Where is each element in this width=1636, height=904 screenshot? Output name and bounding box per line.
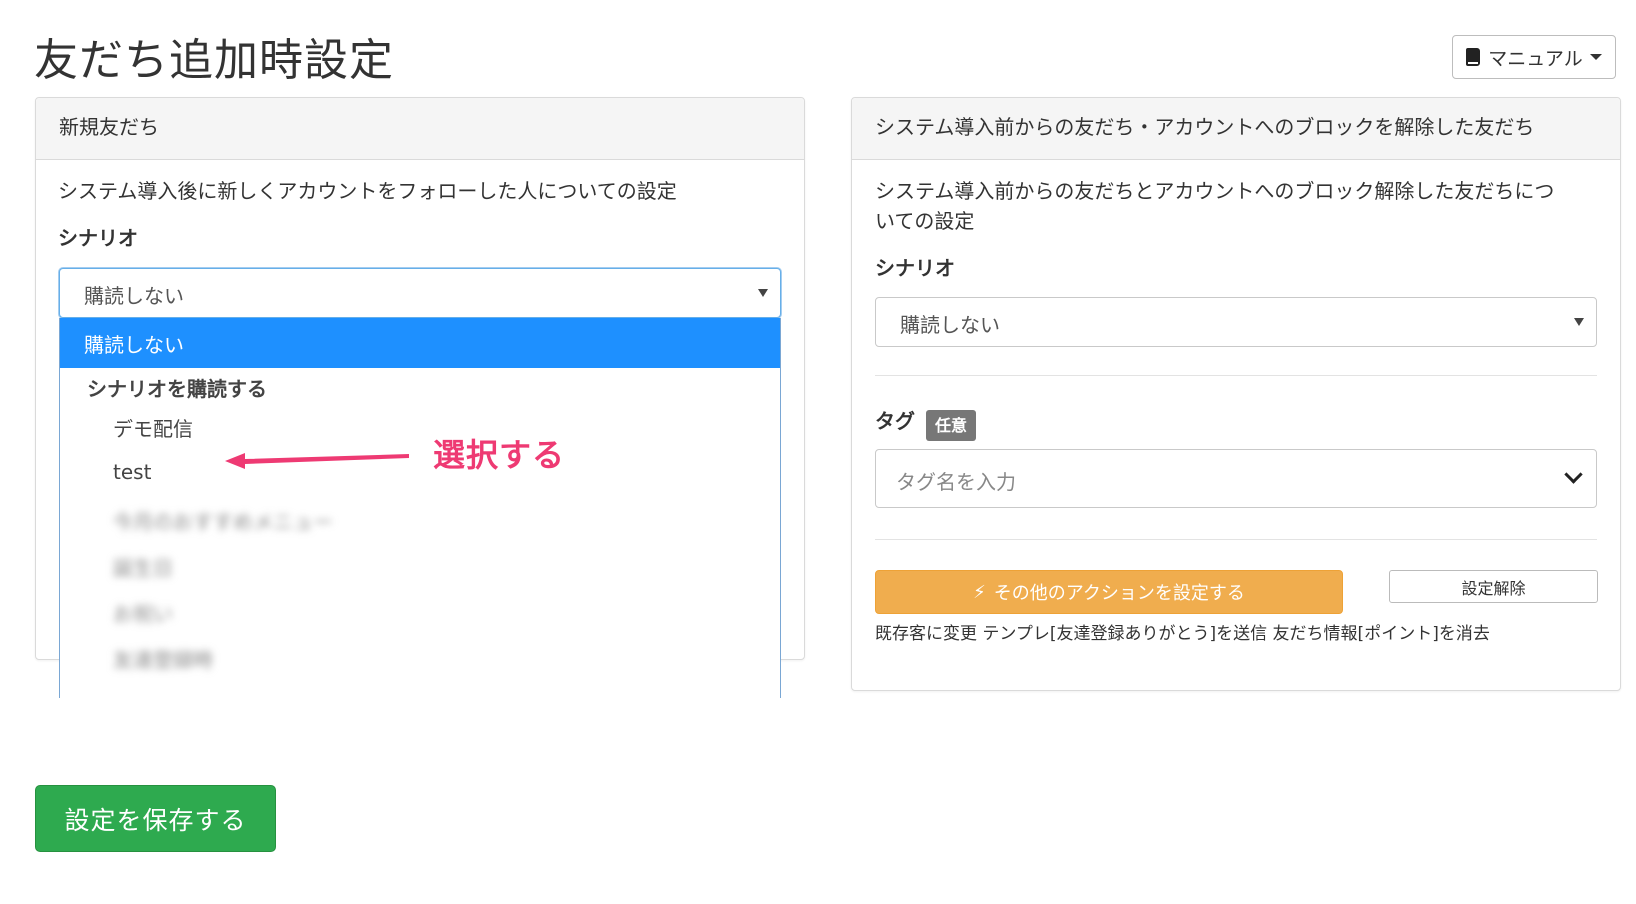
dropdown-arrow-icon bbox=[758, 289, 768, 297]
release-settings-button[interactable]: 設定解除 bbox=[1389, 570, 1598, 603]
existing-friends-panel-heading: システム導入前からの友だち・アカウントへのブロックを解除した友だち bbox=[852, 98, 1620, 160]
existing-friends-description-line2: いての設定 bbox=[875, 209, 975, 233]
dropdown-option-blurred[interactable]: お祝い bbox=[60, 598, 780, 627]
scenario-select-left-value: 購読しない bbox=[84, 284, 184, 308]
save-settings-button[interactable]: 設定を保存する bbox=[35, 785, 276, 852]
annotation-label: 選択する bbox=[433, 436, 566, 474]
lightning-icon: ⚡ bbox=[973, 581, 986, 603]
new-friends-description: システム導入後に新しくアカウントをフォローした人についての設定 bbox=[58, 179, 677, 203]
dropdown-optgroup-subscribe: シナリオを購読する bbox=[87, 377, 267, 401]
section-divider bbox=[875, 375, 1597, 376]
new-friends-panel-heading: 新規友だち bbox=[36, 98, 804, 160]
dropdown-option-blurred[interactable]: 今月のおすすめメニュー bbox=[60, 506, 780, 535]
dropdown-option-unsubscribe[interactable]: 購読しない bbox=[60, 318, 780, 368]
scenario-dropdown-menu: 購読しない シナリオを購読する デモ配信 test 今月のおすすめメニュー 誕生… bbox=[59, 318, 781, 698]
dropdown-option-blurred[interactable]: 友達登録時 bbox=[60, 644, 780, 673]
manual-dropdown-button[interactable]: マニュアル bbox=[1452, 35, 1616, 79]
dropdown-option-demo[interactable]: デモ配信 bbox=[60, 413, 780, 442]
tag-label: タグ bbox=[875, 409, 915, 433]
chevron-down-icon bbox=[1564, 465, 1583, 484]
page-title: 友だち追加時設定 bbox=[34, 35, 394, 86]
book-icon bbox=[1466, 48, 1481, 66]
annotation-arrow-icon bbox=[225, 453, 409, 469]
section-divider bbox=[875, 539, 1597, 540]
scenario-label-left: シナリオ bbox=[58, 226, 138, 250]
dropdown-arrow-icon bbox=[1574, 318, 1584, 326]
caret-down-icon bbox=[1589, 54, 1602, 60]
set-other-actions-label: その他のアクションを設定する bbox=[993, 583, 1245, 604]
dropdown-option-blurred[interactable]: 誕生日 bbox=[60, 552, 780, 581]
set-other-actions-button[interactable]: ⚡ その他のアクションを設定する bbox=[875, 570, 1343, 614]
optional-badge: 任意 bbox=[926, 410, 976, 441]
tag-input-placeholder: タグ名を入力 bbox=[896, 470, 1016, 494]
scenario-select-right[interactable]: 購読しない bbox=[875, 297, 1597, 347]
action-summary-text: 既存客に変更 テンプレ[友達登録ありがとう]を送信 友だち情報[ポイント]を消去 bbox=[875, 624, 1490, 644]
scenario-select-left[interactable]: 購読しない bbox=[59, 268, 781, 318]
scenario-label-right: シナリオ bbox=[875, 256, 955, 280]
existing-friends-description-line1: システム導入前からの友だちとアカウントへのブロック解除した友だちにつ bbox=[875, 179, 1555, 203]
tag-input[interactable]: タグ名を入力 bbox=[875, 449, 1597, 508]
scenario-select-right-value: 購読しない bbox=[900, 313, 1000, 337]
manual-button-label: マニュアル bbox=[1488, 47, 1583, 70]
dropdown-option-test[interactable]: test bbox=[60, 460, 780, 484]
